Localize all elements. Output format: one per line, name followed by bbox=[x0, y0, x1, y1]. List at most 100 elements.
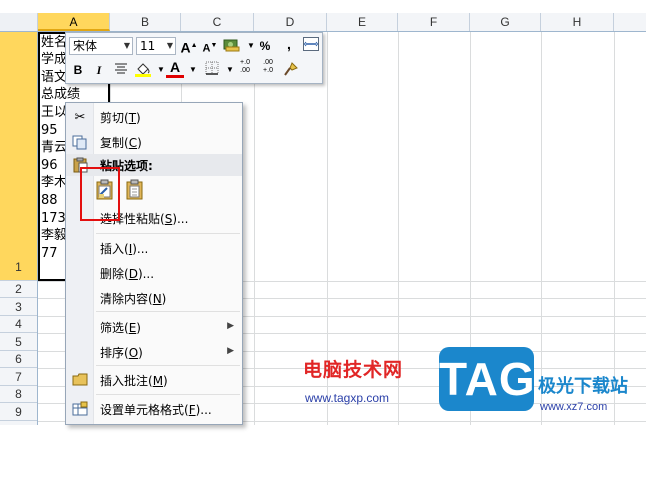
watermark-brand-url: www.xz7.com bbox=[540, 401, 608, 413]
insert-comment-label-end: ) bbox=[163, 374, 168, 388]
font-name-value: 宋体 bbox=[73, 39, 98, 53]
paste-values-button[interactable] bbox=[124, 178, 146, 202]
column-header-i[interactable] bbox=[614, 13, 646, 31]
clear-label: 清除内容( bbox=[100, 292, 153, 306]
bold-button[interactable]: B bbox=[69, 61, 87, 79]
watermark-site-name: 电脑技术网 bbox=[303, 359, 404, 381]
select-all-corner[interactable] bbox=[0, 13, 38, 31]
menu-item-sort[interactable]: 排序(O) ▶ bbox=[66, 341, 242, 363]
format-cells-accelerator: F bbox=[188, 403, 196, 417]
sort-label-end: ) bbox=[138, 346, 143, 360]
insert-comment-label: 插入批注( bbox=[100, 374, 153, 388]
column-header-g[interactable]: G bbox=[470, 13, 541, 31]
percent-style-button[interactable]: % bbox=[256, 37, 274, 55]
format-cells-label: 设置单元格格式( bbox=[100, 403, 189, 417]
cell-a1-line: 95 bbox=[41, 123, 58, 138]
row-header-9[interactable]: 9 bbox=[0, 403, 37, 421]
column-header-f[interactable]: F bbox=[398, 13, 470, 31]
cell-a1-line: 青云 bbox=[41, 140, 68, 155]
highlight-box bbox=[80, 167, 120, 221]
increase-decimal-button[interactable]: +.0 .00 bbox=[236, 59, 254, 77]
row-header-8[interactable]: 8 bbox=[0, 386, 37, 403]
center-align-button[interactable] bbox=[112, 61, 130, 79]
menu-item-format-cells[interactable]: 设置单元格格式(F)... bbox=[66, 398, 242, 420]
row-header-bar: 1 2 3 4 5 6 7 8 9 bbox=[0, 32, 38, 425]
watermark-brand: 极光下载站 bbox=[538, 376, 628, 397]
row-header-5[interactable]: 5 bbox=[0, 333, 37, 351]
format-cells-icon bbox=[72, 401, 88, 417]
clear-accelerator: N bbox=[152, 292, 162, 306]
chevron-down-icon: ▼ bbox=[166, 41, 173, 50]
menu-item-copy[interactable]: 复制(C) bbox=[66, 131, 242, 153]
row-header-1[interactable]: 1 bbox=[0, 32, 37, 281]
submenu-arrow-icon: ▶ bbox=[227, 320, 234, 330]
row-header-7[interactable]: 7 bbox=[0, 368, 37, 386]
merge-center-button[interactable] bbox=[302, 37, 320, 55]
chevron-down-icon[interactable]: ▼ bbox=[184, 61, 202, 79]
copy-label: 复制( bbox=[100, 136, 129, 150]
menu-separator bbox=[96, 311, 240, 312]
menu-item-insert[interactable]: 插入(I)... bbox=[66, 237, 242, 259]
menu-item-filter[interactable]: 筛选(E) ▶ bbox=[66, 316, 242, 338]
format-cells-label-end: )... bbox=[195, 403, 212, 417]
grow-font-label: A bbox=[180, 39, 191, 56]
comma-style-button[interactable]: , bbox=[280, 35, 298, 53]
font-size-value: 11 bbox=[140, 39, 156, 53]
menu-item-clear-contents[interactable]: 清除内容(N) bbox=[66, 287, 242, 309]
cell-a1-line: 96 bbox=[41, 158, 58, 173]
row-header-3[interactable]: 3 bbox=[0, 298, 37, 316]
copy-icon bbox=[72, 134, 88, 150]
column-header-bar: A B C D E F G H bbox=[0, 13, 646, 32]
submenu-arrow-icon: ▶ bbox=[227, 345, 234, 355]
watermark-site-url: www.tagxp.com bbox=[305, 391, 390, 405]
menu-separator bbox=[96, 394, 240, 395]
comment-icon bbox=[72, 372, 88, 388]
row-header-4[interactable]: 4 bbox=[0, 316, 37, 333]
cell-a1-line: 语文 bbox=[41, 70, 68, 85]
cut-label-end: ) bbox=[136, 111, 141, 125]
column-header-a[interactable]: A bbox=[38, 13, 110, 31]
accounting-icon bbox=[223, 39, 240, 52]
copy-label-end: ) bbox=[137, 136, 142, 150]
filter-label: 筛选( bbox=[100, 321, 129, 335]
cell-a1-line: 姓名 bbox=[41, 35, 68, 50]
grow-font-button[interactable]: A▲ bbox=[180, 37, 198, 56]
column-header-b[interactable]: B bbox=[110, 13, 181, 31]
row-header-2[interactable]: 2 bbox=[0, 281, 37, 298]
delete-label: 删除( bbox=[100, 267, 129, 281]
format-painter-button[interactable] bbox=[282, 61, 300, 79]
cell-a1-line: 李木 bbox=[41, 175, 68, 190]
borders-button[interactable] bbox=[203, 61, 221, 79]
cut-accelerator: T bbox=[128, 111, 137, 125]
watermark-tag-logo: TAG bbox=[439, 347, 535, 411]
italic-button[interactable]: I bbox=[90, 61, 108, 79]
fill-color-button[interactable] bbox=[134, 61, 152, 79]
accounting-format-button[interactable] bbox=[223, 37, 241, 55]
cell-a1-line: 学成 bbox=[41, 52, 68, 67]
format-painter-icon bbox=[284, 62, 298, 76]
paste-special-label-end: )... bbox=[172, 212, 189, 226]
borders-icon bbox=[205, 61, 219, 75]
merge-center-icon bbox=[303, 37, 319, 51]
delete-accelerator: D bbox=[128, 267, 138, 281]
decrease-decimal-button[interactable]: .00 +.0 bbox=[259, 59, 277, 77]
paste-icon bbox=[126, 179, 143, 200]
font-size-combo[interactable]: 11 ▼ bbox=[136, 37, 176, 55]
chevron-down-icon: ▼ bbox=[123, 41, 130, 50]
row-header-6[interactable]: 6 bbox=[0, 351, 37, 368]
menu-item-delete[interactable]: 删除(D)... bbox=[66, 262, 242, 284]
column-header-h[interactable]: H bbox=[541, 13, 614, 31]
scissors-icon: ✂ bbox=[74, 109, 86, 124]
shrink-font-button[interactable]: A▼ bbox=[201, 37, 219, 55]
column-header-d[interactable]: D bbox=[254, 13, 327, 31]
column-header-e[interactable]: E bbox=[327, 13, 398, 31]
font-color-button[interactable]: A bbox=[166, 59, 184, 78]
column-header-c[interactable]: C bbox=[181, 13, 254, 31]
font-name-combo[interactable]: 宋体 ▼ bbox=[69, 37, 133, 55]
insert-comment-accelerator: M bbox=[152, 374, 164, 388]
cell-a1-line: 77 bbox=[41, 246, 58, 261]
cell-a1-line: 总成绩 bbox=[41, 87, 81, 102]
menu-item-insert-comment[interactable]: 插入批注(M) bbox=[66, 369, 242, 391]
shrink-font-label: A bbox=[202, 42, 211, 55]
menu-item-cut[interactable]: ✂ 剪切(T) bbox=[66, 106, 242, 128]
